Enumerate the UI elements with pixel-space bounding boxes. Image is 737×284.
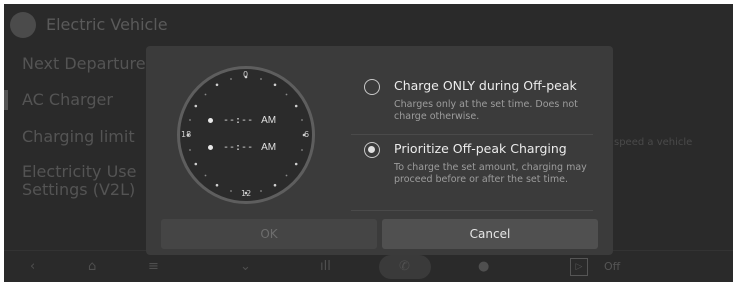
option-description: To charge the set amount, charging may p… [394, 162, 587, 185]
cancel-button[interactable]: Cancel [382, 219, 598, 249]
ok-button[interactable]: OK [161, 219, 377, 249]
menu-item-charging-limit[interactable]: Charging limit [22, 127, 135, 147]
off-label[interactable]: Off [604, 260, 620, 273]
menu-item-settings-v2l[interactable]: Settings (V2L) [22, 180, 135, 200]
clock-label-0: 0 [243, 70, 249, 79]
end-time-ampm: AM [261, 142, 277, 153]
option-description: Charges only at the set time. Does not c… [394, 99, 578, 122]
option-title: Prioritize Off-peak Charging [394, 141, 567, 156]
option-divider [351, 134, 593, 135]
option-charge-only-off-peak[interactable]: Charge ONLY during Off-peak Charges only… [364, 78, 604, 129]
radio-prioritize-off-peak[interactable] [364, 142, 380, 158]
clock-label-18: 18 [181, 130, 192, 139]
back-nav-icon[interactable]: ‹ [30, 259, 35, 274]
signal-icon[interactable]: ıll [320, 259, 331, 274]
phone-button[interactable]: ✆ [379, 255, 431, 279]
back-button[interactable] [10, 12, 36, 38]
phone-icon: ✆ [399, 259, 410, 274]
radio-charge-only-off-peak[interactable] [364, 79, 380, 95]
selected-menu-marker [4, 90, 8, 110]
home-icon[interactable]: ⌂ [88, 259, 96, 274]
menu-item-electricity-use[interactable]: Electricity Use [22, 162, 136, 182]
page-header: Electric Vehicle [4, 4, 733, 44]
schedule-clock[interactable]: 0 18 6 12 --:-- AM --:-- AM [177, 66, 315, 204]
chevron-down-icon[interactable]: ⌄ [240, 259, 251, 274]
menu-item-ac-charger[interactable]: AC Charger [22, 90, 113, 110]
end-time-row[interactable]: --:-- AM [208, 142, 276, 153]
page-title: Electric Vehicle [46, 15, 168, 34]
end-time-value: --:-- [223, 142, 254, 153]
screen: Electric Vehicle Next Departure AC Charg… [4, 4, 733, 282]
start-time-dot [208, 117, 213, 123]
option-title: Charge ONLY during Off-peak [394, 78, 577, 93]
start-time-ampm: AM [261, 115, 277, 126]
clock-ticks [186, 75, 306, 195]
media-icon[interactable]: ● [478, 259, 489, 274]
option-prioritize-off-peak[interactable]: Prioritize Off-peak Charging To charge t… [364, 141, 604, 204]
end-time-dot [208, 144, 213, 150]
background-detail-text: speed a vehicle [614, 137, 693, 148]
clock-label-12: 12 [241, 189, 252, 198]
option-divider [351, 210, 593, 211]
start-time-row[interactable]: --:-- AM [208, 115, 276, 126]
menu-item-next-departure[interactable]: Next Departure [22, 54, 146, 74]
start-time-value: --:-- [223, 115, 254, 126]
clock-label-6: 6 [304, 130, 310, 139]
menu-icon[interactable]: ≡ [148, 259, 159, 274]
play-icon[interactable]: ▷ [570, 258, 588, 276]
off-peak-charging-dialog: 0 18 6 12 --:-- AM --:-- AM Charge ONLY du… [146, 46, 613, 255]
